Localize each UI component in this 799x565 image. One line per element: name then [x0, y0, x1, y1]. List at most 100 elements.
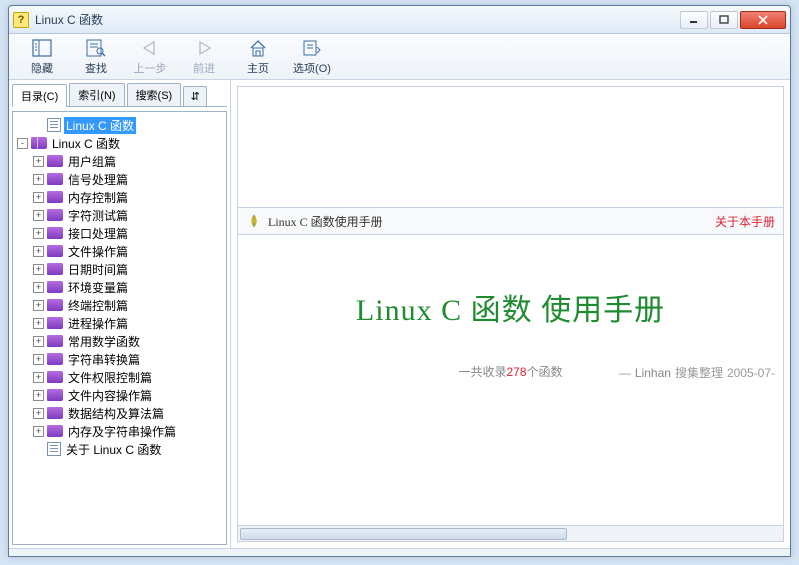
expand-icon[interactable]: +: [33, 264, 44, 275]
back-button[interactable]: 上一步: [123, 36, 177, 78]
expand-icon[interactable]: +: [33, 228, 44, 239]
document-logo-icon: [246, 213, 262, 229]
book-icon: [47, 227, 63, 239]
tree-node[interactable]: + 数据结构及算法篇: [15, 404, 224, 422]
tree-node-label: 文件权限控制篇: [66, 369, 154, 386]
document-stats: 一共收录278个函数: [458, 363, 562, 380]
document-footer: — Linhan 搜集整理 2005-07-: [619, 364, 775, 381]
forward-label: 前进: [193, 60, 215, 76]
tab-search[interactable]: 搜索(S): [127, 83, 182, 106]
book-icon: [47, 281, 63, 293]
expand-icon[interactable]: +: [33, 282, 44, 293]
page-icon: [47, 118, 61, 132]
tree-node[interactable]: + 接口处理篇: [15, 224, 224, 242]
expand-icon[interactable]: +: [33, 210, 44, 221]
expand-icon[interactable]: +: [33, 192, 44, 203]
options-label: 选项(O): [293, 60, 331, 76]
book-icon: [47, 389, 63, 401]
page-icon: [47, 442, 61, 456]
minimize-icon: [689, 15, 699, 25]
app-icon: ?: [13, 12, 29, 28]
tree-node[interactable]: + 内存控制篇: [15, 188, 224, 206]
document-view[interactable]: Linux C 函数使用手册 关于本手册 Linux C 函数 使用手册 一共收…: [237, 86, 784, 542]
body: 目录(C) 索引(N) 搜索(S) ⇵ Linux C 函数 - Linux C 函…: [9, 80, 790, 548]
expand-icon[interactable]: +: [33, 300, 44, 311]
tree-node-label: 常用数学函数: [66, 333, 142, 350]
tree-node[interactable]: + 常用数学函数: [15, 332, 224, 350]
book-icon: [47, 209, 63, 221]
stats-prefix: 一共收录: [458, 365, 506, 379]
book-icon: [47, 245, 63, 257]
tab-index[interactable]: 索引(N): [69, 83, 124, 106]
expand-icon[interactable]: +: [33, 372, 44, 383]
tree-node-label: 用户组篇: [66, 153, 118, 170]
tree-node-label: 文件内容操作篇: [66, 387, 154, 404]
author-link[interactable]: Linhan: [635, 366, 671, 380]
tree-node[interactable]: + 进程操作篇: [15, 314, 224, 332]
tree-node-label: 数据结构及算法篇: [66, 405, 166, 422]
tree-node[interactable]: + 文件权限控制篇: [15, 368, 224, 386]
tree-node[interactable]: - Linux C 函数: [15, 134, 224, 152]
document-date: 2005-07-: [727, 366, 775, 380]
expand-icon[interactable]: +: [33, 246, 44, 257]
tree-node[interactable]: +字符测试篇: [15, 206, 224, 224]
expand-icon[interactable]: +: [33, 156, 44, 167]
horizontal-scrollbar[interactable]: [238, 525, 783, 541]
tree-node[interactable]: + 用户组篇: [15, 152, 224, 170]
tab-contents[interactable]: 目录(C): [12, 84, 67, 107]
tree-node-label: 内存控制篇: [66, 189, 130, 206]
window-controls: [678, 11, 786, 29]
app-window: ? Linux C 函数 隐藏 查找: [8, 5, 791, 557]
tree-node-label: 环境变量篇: [66, 279, 130, 296]
book-icon: [47, 263, 63, 275]
home-icon: [247, 38, 269, 58]
stats-count: 278: [506, 365, 526, 379]
contents-tree[interactable]: Linux C 函数-Linux C 函数+用户组篇+信号处理篇+内存控制篇+字…: [12, 111, 227, 545]
find-button[interactable]: 查找: [69, 36, 123, 78]
tree-node[interactable]: +内存及字符串操作篇: [15, 422, 224, 440]
expand-icon[interactable]: +: [33, 426, 44, 437]
tree-node-label: 进程操作篇: [66, 315, 130, 332]
book-icon: [47, 353, 63, 365]
tree-node[interactable]: + 日期时间篇: [15, 260, 224, 278]
tree-node[interactable]: +信号处理篇: [15, 170, 224, 188]
book-icon: [47, 407, 63, 419]
tree-node[interactable]: Linux C 函数: [15, 116, 224, 134]
maximize-button[interactable]: [710, 11, 738, 29]
expand-icon[interactable]: +: [33, 318, 44, 329]
find-icon: [85, 38, 107, 58]
title-bar[interactable]: ? Linux C 函数: [9, 6, 790, 34]
tree-node[interactable]: 关于 Linux C 函数: [15, 440, 224, 458]
tree-node-label: 日期时间篇: [66, 261, 130, 278]
tab-overflow[interactable]: ⇵: [183, 86, 207, 106]
tree-node[interactable]: +字符串转换篇: [15, 350, 224, 368]
book-icon: [47, 371, 63, 383]
forward-button[interactable]: 前进: [177, 36, 231, 78]
home-button[interactable]: 主页: [231, 36, 285, 78]
hide-button[interactable]: 隐藏: [15, 36, 69, 78]
scrollbar-thumb[interactable]: [240, 528, 567, 540]
tree-node[interactable]: +文件操作篇: [15, 242, 224, 260]
options-button[interactable]: 选项(O): [285, 36, 339, 78]
expand-icon[interactable]: +: [33, 390, 44, 401]
close-button[interactable]: [740, 11, 786, 29]
expand-icon[interactable]: +: [33, 174, 44, 185]
expand-placeholder: [33, 120, 44, 131]
expand-placeholder: [33, 444, 44, 455]
document-header-title: Linux C 函数使用手册: [268, 213, 715, 230]
tree-node[interactable]: + 文件内容操作篇: [15, 386, 224, 404]
expand-icon[interactable]: +: [33, 354, 44, 365]
forward-icon: [193, 38, 215, 58]
tree-node-label: Linux C 函数: [50, 135, 122, 152]
tree-node-label: 接口处理篇: [66, 225, 130, 242]
book-icon: [47, 317, 63, 329]
sidebar-tabs: 目录(C) 索引(N) 搜索(S) ⇵: [12, 83, 227, 107]
window-title: Linux C 函数: [35, 11, 678, 28]
expand-icon[interactable]: +: [33, 408, 44, 419]
collapse-icon[interactable]: -: [17, 138, 28, 149]
about-manual-link[interactable]: 关于本手册: [715, 213, 775, 230]
tree-node[interactable]: + 环境变量篇: [15, 278, 224, 296]
tree-node[interactable]: +终端控制篇: [15, 296, 224, 314]
expand-icon[interactable]: +: [33, 336, 44, 347]
minimize-button[interactable]: [680, 11, 708, 29]
